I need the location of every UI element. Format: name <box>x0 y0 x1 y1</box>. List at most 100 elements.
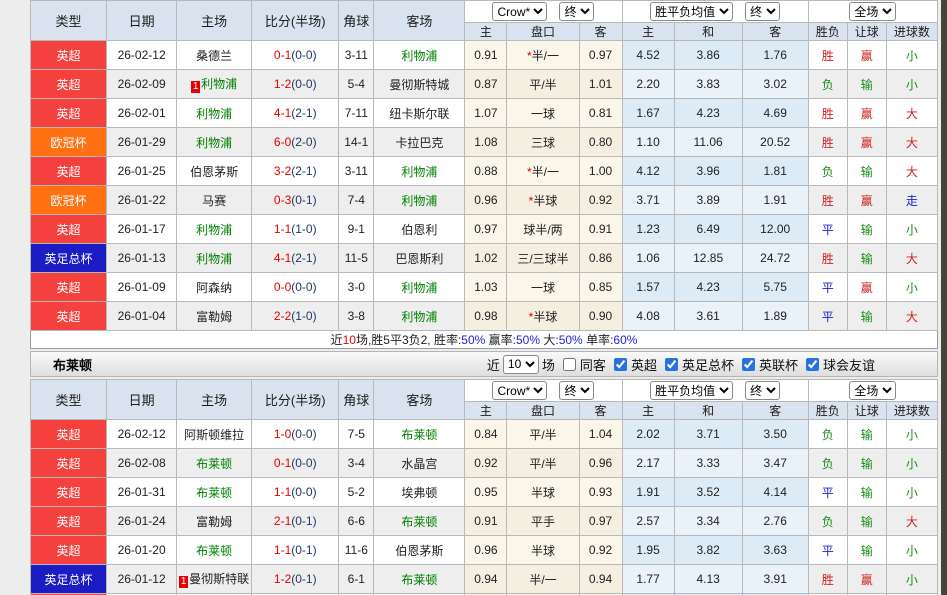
crown-handicap: 平/半 <box>507 420 579 449</box>
col-header-date: 日期 <box>107 1 177 41</box>
avg-draw-odds: 3.71 <box>674 420 742 449</box>
result-goals: 大 <box>886 302 937 331</box>
final-odds-select[interactable]: 终 <box>559 381 594 400</box>
bookmaker-select[interactable]: Crow* <box>492 381 547 400</box>
score-full: 1-2 <box>274 77 291 91</box>
score-half: (0-1) <box>291 193 316 207</box>
home-team-cell: 富勒姆 <box>177 507 252 536</box>
subcol-avg-away: 客 <box>742 402 808 420</box>
match-history-page: 类型 日期 主场 比分(半场) 角球 客场 Crow*终 胜平负均值终 全场 <box>0 0 947 595</box>
col-header-corner: 角球 <box>339 380 374 420</box>
crown-away-odds: 0.80 <box>579 128 622 157</box>
final-avg-select[interactable]: 终 <box>745 381 780 400</box>
crown-away-odds: 0.81 <box>579 99 622 128</box>
subcol-let: 让球 <box>847 402 886 420</box>
result-goals-text: 大 <box>906 515 918 529</box>
crown-handicap: *半/一 <box>507 41 579 70</box>
corner-cell: 3-11 <box>339 157 374 186</box>
result-wdl: 负 <box>808 420 847 449</box>
away-team-cell: 布莱顿 <box>374 507 465 536</box>
result-wdl: 负 <box>808 449 847 478</box>
avg-draw-odds: 11.06 <box>674 128 742 157</box>
corner-cell: 11-5 <box>339 244 374 273</box>
scope-select[interactable]: 全场 <box>849 381 896 400</box>
result-handicap-text: 输 <box>861 428 873 442</box>
subcol-goals: 进球数 <box>886 23 937 41</box>
away-team-cell: 卡拉巴克 <box>374 128 465 157</box>
result-wdl: 胜 <box>808 128 847 157</box>
final-odds-select[interactable]: 终 <box>559 2 594 21</box>
home-team-cell: 利物浦 <box>177 128 252 157</box>
result-goals-text: 小 <box>906 49 918 63</box>
scope-select[interactable]: 全场 <box>849 2 896 21</box>
corner-cell: 3-11 <box>339 41 374 70</box>
col-header-score: 比分(半场) <box>252 380 339 420</box>
same-venue-checkbox[interactable] <box>563 358 576 371</box>
result-goals-text: 大 <box>906 252 918 266</box>
result-wdl: 负 <box>808 70 847 99</box>
bookmaker-select[interactable]: Crow* <box>492 2 547 21</box>
result-wdl-text: 负 <box>822 457 834 471</box>
avg-away-odds: 1.76 <box>742 41 808 70</box>
result-wdl-text: 胜 <box>822 136 834 150</box>
match-row: 英超26-02-08布莱顿0-1(0-0)3-4水晶宫0.92平/半0.962.… <box>31 449 938 478</box>
handicap-text: 三球 <box>531 136 555 150</box>
home-team-cell: 阿斯顿维拉 <box>177 420 252 449</box>
crown-home-odds: 0.88 <box>465 157 507 186</box>
avg-away-odds: 20.52 <box>742 128 808 157</box>
result-wdl-text: 负 <box>822 78 834 92</box>
crown-away-odds: 1.00 <box>579 157 622 186</box>
crown-handicap: *半/一 <box>507 157 579 186</box>
result-handicap-text: 输 <box>861 457 873 471</box>
result-wdl: 平 <box>808 478 847 507</box>
result-handicap-text: 输 <box>861 223 873 237</box>
avg-home-odds: 2.17 <box>622 449 674 478</box>
result-goals-text: 小 <box>906 281 918 295</box>
score-half: (0-0) <box>291 427 316 441</box>
avg-odds-select[interactable]: 胜平负均值 <box>650 2 733 21</box>
result-wdl-text: 平 <box>822 281 834 295</box>
filter-epl-checkbox[interactable] <box>614 358 627 371</box>
subcol-crown-away: 客 <box>579 23 622 41</box>
crown-handicap: 平/半 <box>507 70 579 99</box>
result-handicap-text: 输 <box>861 544 873 558</box>
result-wdl-text: 负 <box>822 165 834 179</box>
average-select-group: 胜平负均值终 <box>622 380 808 402</box>
crown-home-odds: 0.95 <box>465 478 507 507</box>
recent-label: 近 <box>487 355 500 374</box>
home-team-cell: 布莱顿 <box>177 449 252 478</box>
filter-eflcup-checkbox[interactable] <box>742 358 755 371</box>
team-name: 布莱顿 <box>401 573 437 587</box>
score-half: (2-1) <box>291 164 316 178</box>
summary-segment: 大: <box>540 333 559 347</box>
recent-count-select[interactable]: 10 <box>503 355 539 374</box>
subcol-avg-draw: 和 <box>674 23 742 41</box>
avg-draw-odds: 3.82 <box>674 536 742 565</box>
crown-home-odds: 0.96 <box>465 536 507 565</box>
result-wdl-text: 平 <box>822 223 834 237</box>
result-goals: 小 <box>886 273 937 302</box>
avg-home-odds: 4.12 <box>622 157 674 186</box>
col-header-date: 日期 <box>107 380 177 420</box>
crown-home-odds: 0.91 <box>465 507 507 536</box>
filter-facup-checkbox[interactable] <box>665 358 678 371</box>
filter-friendly-checkbox[interactable] <box>806 358 819 371</box>
section-title-brighton: 布莱顿 <box>31 355 92 374</box>
team-name: 布莱顿 <box>401 428 437 442</box>
match-row: 英超26-01-04富勒姆2-2(1-0)3-8利物浦0.98*半球0.904.… <box>31 302 938 331</box>
crown-home-odds: 1.08 <box>465 128 507 157</box>
team-name: 曼彻斯特联 <box>189 572 249 586</box>
league-badge: 英超 <box>31 449 107 478</box>
result-wdl: 平 <box>808 215 847 244</box>
result-handicap: 输 <box>847 420 886 449</box>
final-avg-select[interactable]: 终 <box>745 2 780 21</box>
right-edge-strip <box>941 0 947 595</box>
games-label: 场 <box>542 355 555 374</box>
avg-odds-select[interactable]: 胜平负均值 <box>650 381 733 400</box>
result-goals: 小 <box>886 478 937 507</box>
match-row: 英超26-02-091利物浦1-2(0-0)5-4曼彻斯特城0.87平/半1.0… <box>31 70 938 99</box>
result-goals-text: 大 <box>906 310 918 324</box>
handicap-text: 半球 <box>531 486 555 500</box>
avg-away-odds: 12.00 <box>742 215 808 244</box>
crown-handicap: *半球 <box>507 186 579 215</box>
